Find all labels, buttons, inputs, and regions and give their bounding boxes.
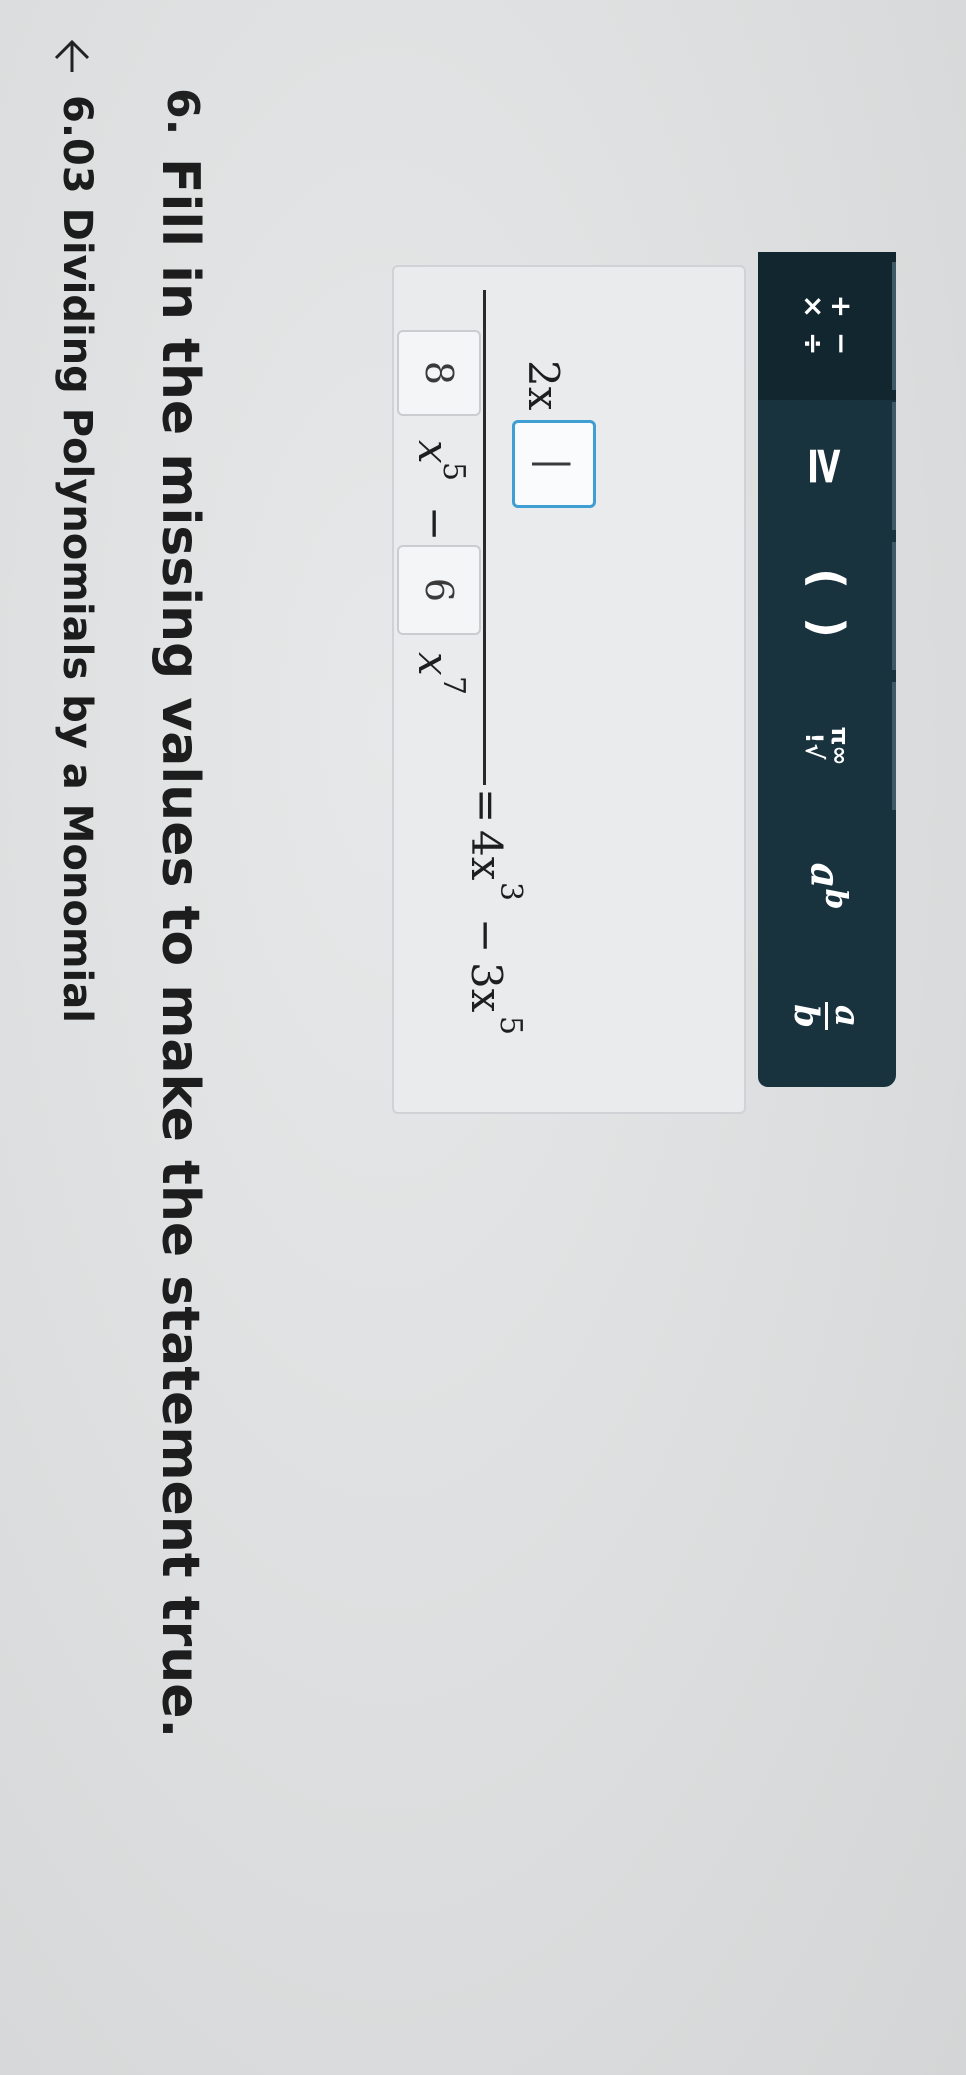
- tab-exponent[interactable]: ab: [758, 812, 896, 960]
- fraction-icon: a b: [787, 1002, 868, 1030]
- fraction-bar: [483, 290, 486, 785]
- screen: 6.03 Dividing Polynomials by a Monomial …: [0, 0, 966, 2075]
- tab-operations[interactable]: + − × ÷: [758, 252, 896, 400]
- lesson-page: 6.03 Dividing Polynomials by a Monomial …: [0, 0, 966, 2075]
- greater-equal-icon: ≥: [797, 444, 857, 488]
- lesson-title: 6.03 Dividing Polynomials by a Monomial: [54, 95, 100, 1023]
- numerator-minus-sign: −: [411, 506, 460, 542]
- question-number: 6.: [157, 88, 208, 136]
- rhs-exponent-2: 5: [493, 1016, 528, 1036]
- rhs-minus-sign: −: [462, 918, 511, 954]
- times-divide-icon: × ÷: [797, 294, 830, 358]
- denominator-coefficient: 2x: [519, 360, 568, 411]
- tab-inequalities[interactable]: ≥: [758, 392, 896, 540]
- exponent-icon: ab: [801, 862, 853, 910]
- tab-symbols[interactable]: π∞ !√: [758, 672, 896, 820]
- math-toolbar: + − × ÷ ≥ ( ) π∞ !√ ab a b: [758, 252, 896, 1087]
- rhs-exponent-1: 3: [493, 882, 528, 902]
- parentheses-icon: ( ): [800, 567, 854, 645]
- factorial-root-icon: !√: [800, 732, 828, 760]
- rhs-term-2: 3x: [462, 962, 511, 1013]
- equals-sign: =: [462, 788, 511, 824]
- tab-parentheses[interactable]: ( ): [758, 532, 896, 680]
- numerator-variable-1: x: [409, 440, 458, 464]
- pi-infinity-icon: π∞: [826, 726, 854, 766]
- numerator-coefficient-input-2[interactable]: 6: [397, 545, 481, 635]
- numerator-exponent-2: 7: [436, 676, 471, 696]
- denominator-exponent-input[interactable]: |: [512, 420, 596, 508]
- question-prompt: Fill in the missing values to make the s…: [150, 158, 210, 1739]
- numerator-variable-2: x: [409, 652, 458, 676]
- rhs-term-1: 4x: [462, 830, 511, 881]
- numerator-coefficient-input-1[interactable]: 8: [397, 330, 481, 416]
- numerator-exponent-1: 5: [436, 462, 471, 482]
- tab-fraction[interactable]: a b: [758, 942, 896, 1090]
- back-arrow-icon[interactable]: [48, 28, 96, 76]
- plus-minus-icon: + −: [825, 294, 858, 358]
